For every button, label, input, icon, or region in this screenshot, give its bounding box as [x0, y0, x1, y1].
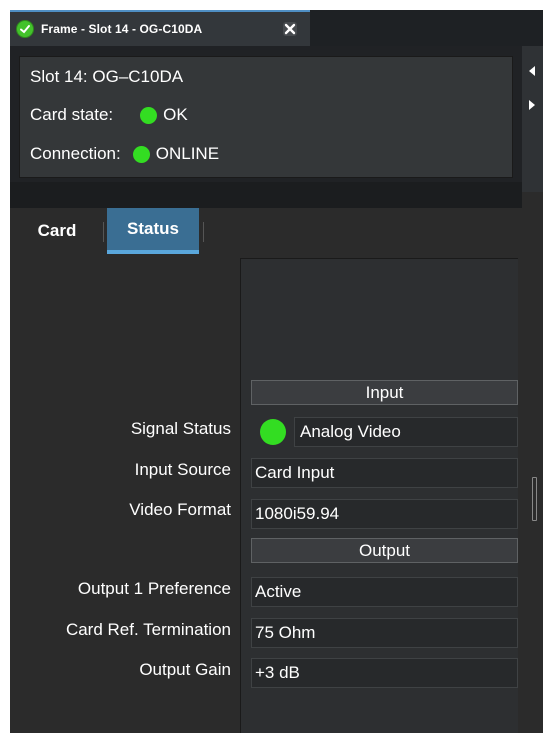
signal-status-label: Signal Status — [130, 419, 231, 438]
video-format-value: 1080i59.94 — [251, 499, 518, 529]
output-1-preference-label: Output 1 Preference — [77, 579, 231, 598]
side-navigation — [522, 46, 543, 192]
output-gain-label: Output Gain — [139, 660, 231, 679]
header-separator — [10, 182, 522, 208]
input-source-label: Input Source — [134, 460, 231, 479]
connection-value: ONLINE — [155, 144, 220, 163]
status-panel: Input Signal Status Analog Video Input S… — [10, 254, 543, 733]
card-state-led-icon — [140, 106, 158, 124]
input-section-header: Input — [251, 380, 518, 405]
connection-led-icon — [132, 145, 150, 163]
card-ref-termination-value: 75 Ohm — [251, 618, 518, 648]
close-icon[interactable] — [282, 21, 298, 37]
tab-divider — [203, 222, 204, 242]
card-state-value: OK — [163, 105, 188, 124]
tab-divider — [103, 222, 104, 242]
output-gain-value: +3 dB — [251, 658, 518, 688]
signal-status-led-icon — [260, 419, 286, 445]
input-source-value: Card Input — [251, 458, 518, 488]
card-window: Frame - Slot 14 - OG-C10DA Slot 14: OG–C… — [10, 10, 543, 733]
tab-card[interactable]: Card — [10, 208, 104, 254]
window-tab-strip: Frame - Slot 14 - OG-C10DA — [10, 10, 543, 46]
video-format-label: Video Format — [129, 500, 231, 519]
signal-status-value: Analog Video — [294, 417, 518, 447]
connection-line: Connection: ONLINE — [30, 144, 219, 164]
connection-label: Connection: — [30, 144, 121, 163]
arrow-right-icon[interactable] — [526, 98, 538, 112]
check-circle-icon — [16, 20, 34, 38]
tab-status[interactable]: Status — [107, 208, 199, 254]
arrow-left-icon[interactable] — [526, 64, 538, 78]
card-ref-termination-label: Card Ref. Termination — [65, 620, 231, 639]
tab-title: Frame - Slot 14 - OG-C10DA — [41, 22, 203, 36]
slot-label: Slot 14: OG–C10DA — [30, 67, 184, 86]
card-tabs: Card Status — [10, 208, 543, 254]
card-state-line: Card state: OK — [30, 105, 188, 125]
card-info-panel: Slot 14: OG–C10DA Card state: OK Connect… — [10, 46, 543, 192]
card-state-label: Card state: — [30, 105, 114, 124]
scrollbar-handle[interactable] — [532, 477, 537, 521]
slot-name: Slot 14: OG–C10DA — [30, 67, 183, 87]
output-section-header: Output — [251, 538, 518, 563]
output-1-preference-value: Active — [251, 577, 518, 607]
frame-slot-tab[interactable]: Frame - Slot 14 - OG-C10DA — [10, 10, 310, 46]
card-info-box: Slot 14: OG–C10DA Card state: OK Connect… — [19, 56, 513, 178]
